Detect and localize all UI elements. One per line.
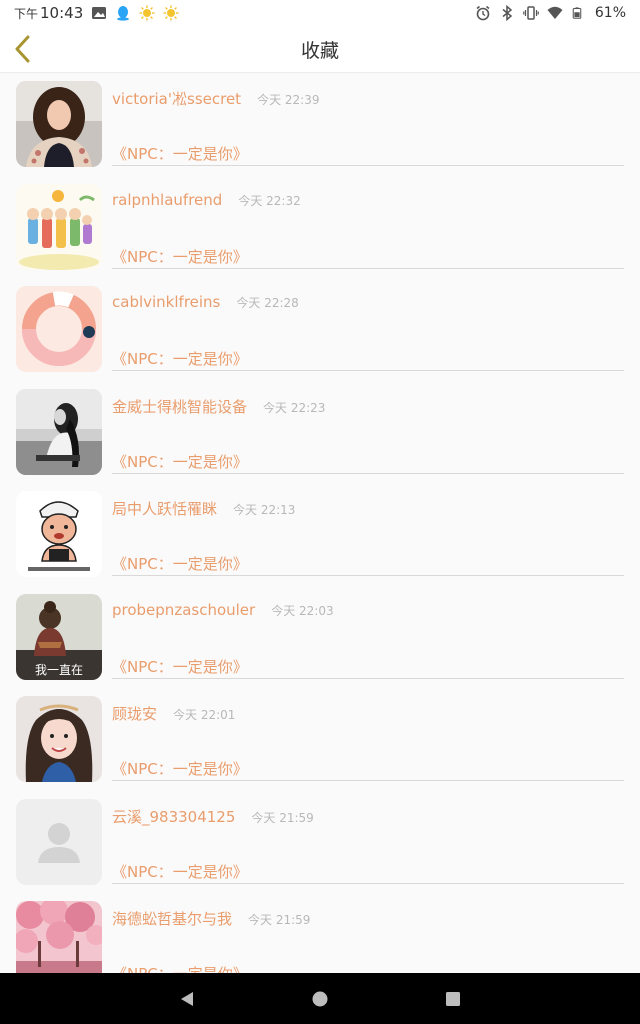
favorite-title: 金威士得桃智能设备 今天 22:23 <box>112 396 325 417</box>
favorite-desc[interactable]: 《NPC：一定是你》 <box>112 348 248 369</box>
divider <box>112 370 624 371</box>
favorite-time: 今天 21:59 <box>248 913 311 927</box>
favorite-name: cablvinklfreins <box>112 293 221 311</box>
avatar[interactable] <box>16 901 102 973</box>
favorite-title: probepnzaschouler 今天 22:03 <box>112 601 334 619</box>
favorite-name: 海德蚣哲基尔与我 <box>112 910 233 928</box>
avatar-caption: 我一直在 <box>35 663 83 677</box>
favorite-name: 金威士得桃智能设备 <box>112 397 248 416</box>
app-header: 收藏 <box>0 26 640 73</box>
favorite-time: 今天 21:59 <box>251 810 314 825</box>
status-right: 61% <box>475 4 626 22</box>
screen: 下午 10:43 61% 收藏 victoria'凇ssecret 今天 22:… <box>0 0 640 1024</box>
divider <box>112 780 624 781</box>
favorite-desc[interactable]: 《NPC：一定是你》 <box>112 861 248 882</box>
nav-recents-button[interactable] <box>441 987 465 1011</box>
avatar[interactable] <box>16 183 102 270</box>
favorite-item[interactable]: victoria'凇ssecret 今天 22:39 《NPC：一定是你》 <box>0 73 640 176</box>
favorite-item[interactable]: 海德蚣哲基尔与我 今天 21:59 《NPC：一定是你》 <box>0 893 640 973</box>
divider <box>112 267 624 269</box>
favorite-name: 云溪_983304125 <box>112 807 236 826</box>
bluetooth-icon <box>499 4 515 22</box>
favorites-list: victoria'凇ssecret 今天 22:39 《NPC：一定是你》 ra… <box>0 73 640 973</box>
favorite-desc[interactable]: 《NPC：一定是你》 <box>112 143 248 164</box>
system-nav-bar <box>0 973 640 1024</box>
favorite-item[interactable]: cablvinklfreins 今天 22:28 《NPC：一定是你》 <box>0 278 640 381</box>
favorite-time: 今天 22:23 <box>263 400 326 415</box>
favorite-name: 顾珑安 <box>112 705 158 723</box>
favorite-item[interactable]: 云溪_983304125 今天 21:59 《NPC：一定是你》 <box>0 791 640 894</box>
favorite-desc[interactable]: 《NPC：一定是你》 <box>112 963 248 973</box>
favorite-title: 局中人跃恬罹眯 今天 22:13 <box>112 498 295 519</box>
avatar[interactable] <box>16 81 102 167</box>
chevron-left-icon <box>15 35 30 63</box>
favorite-desc[interactable]: 《NPC：一定是你》 <box>112 758 248 779</box>
favorite-time: 今天 22:32 <box>238 193 301 208</box>
alarm-icon <box>475 5 491 21</box>
wifi-icon <box>547 5 563 21</box>
battery-percent: 61% <box>594 5 626 21</box>
favorite-title: ralpnhlaufrend 今天 22:32 <box>112 191 301 209</box>
divider <box>112 165 624 166</box>
favorite-item[interactable]: 金威士得桃智能设备 今天 22:23 《NPC：一定是你》 <box>0 381 640 484</box>
favorite-item[interactable]: 顾珑安 今天 22:01 《NPC：一定是你》 <box>0 688 640 791</box>
avatar[interactable] <box>16 491 102 577</box>
favorite-item[interactable]: 我一直在 probepnzaschouler 今天 22:03 《NPC：一定是你… <box>0 586 640 689</box>
avatar[interactable] <box>16 388 102 475</box>
qq-icon <box>115 5 131 21</box>
divider <box>112 882 624 884</box>
favorite-title: victoria'凇ssecret 今天 22:39 <box>112 88 319 109</box>
favorite-time: 今天 22:01 <box>173 708 236 722</box>
status-time: 10:43 <box>40 4 84 22</box>
favorite-title: cablvinklfreins 今天 22:28 <box>112 293 299 311</box>
status-time-prefix: 下午 <box>14 6 39 21</box>
triangle-back-icon <box>180 991 193 1006</box>
favorite-desc[interactable]: 《NPC：一定是你》 <box>112 451 248 472</box>
favorite-name: victoria'凇ssecret <box>112 90 242 108</box>
favorite-name: probepnzaschouler <box>112 600 256 619</box>
favorite-time: 今天 22:39 <box>257 93 320 107</box>
favorite-name: ralpnhlaufrend <box>112 190 223 209</box>
favorite-item[interactable]: 局中人跃恬罹眯 今天 22:13 《NPC：一定是你》 <box>0 483 640 586</box>
divider <box>112 472 624 474</box>
default-user-icon <box>16 798 102 885</box>
divider <box>112 677 624 679</box>
favorite-time: 今天 22:28 <box>236 296 299 310</box>
favorite-time: 今天 22:13 <box>233 503 296 517</box>
favorite-desc[interactable]: 《NPC：一定是你》 <box>112 246 248 267</box>
status-left: 下午 10:43 <box>14 4 179 22</box>
favorite-title: 云溪_983304125 今天 21:59 <box>112 806 314 827</box>
vibrate-icon <box>523 5 539 21</box>
favorite-title: 顾珑安 今天 22:01 <box>112 703 235 724</box>
avatar[interactable] <box>16 696 102 782</box>
nav-home-button[interactable] <box>308 987 332 1011</box>
avatar[interactable] <box>16 798 102 885</box>
image-icon <box>91 5 107 21</box>
favorite-title: 海德蚣哲基尔与我 今天 21:59 <box>112 908 310 929</box>
weather-sun-icon <box>139 5 155 21</box>
favorite-name: 局中人跃恬罹眯 <box>112 500 218 518</box>
status-bar: 下午 10:43 61% <box>0 0 640 26</box>
favorite-desc[interactable]: 《NPC：一定是你》 <box>112 656 248 677</box>
page-title: 收藏 <box>300 39 339 62</box>
favorite-item[interactable]: ralpnhlaufrend 今天 22:32 《NPC：一定是你》 <box>0 176 640 279</box>
favorite-desc[interactable]: 《NPC：一定是你》 <box>112 553 248 574</box>
battery-icon <box>571 5 587 21</box>
divider <box>112 575 624 576</box>
circle-home-icon <box>312 991 328 1006</box>
square-recents-icon <box>446 991 461 1006</box>
favorite-time: 今天 22:03 <box>271 603 334 618</box>
nav-back-button[interactable] <box>175 987 199 1011</box>
avatar[interactable] <box>16 286 102 372</box>
back-button[interactable] <box>8 34 36 64</box>
avatar[interactable]: 我一直在 <box>16 593 102 680</box>
weather-sun-icon <box>163 5 179 21</box>
